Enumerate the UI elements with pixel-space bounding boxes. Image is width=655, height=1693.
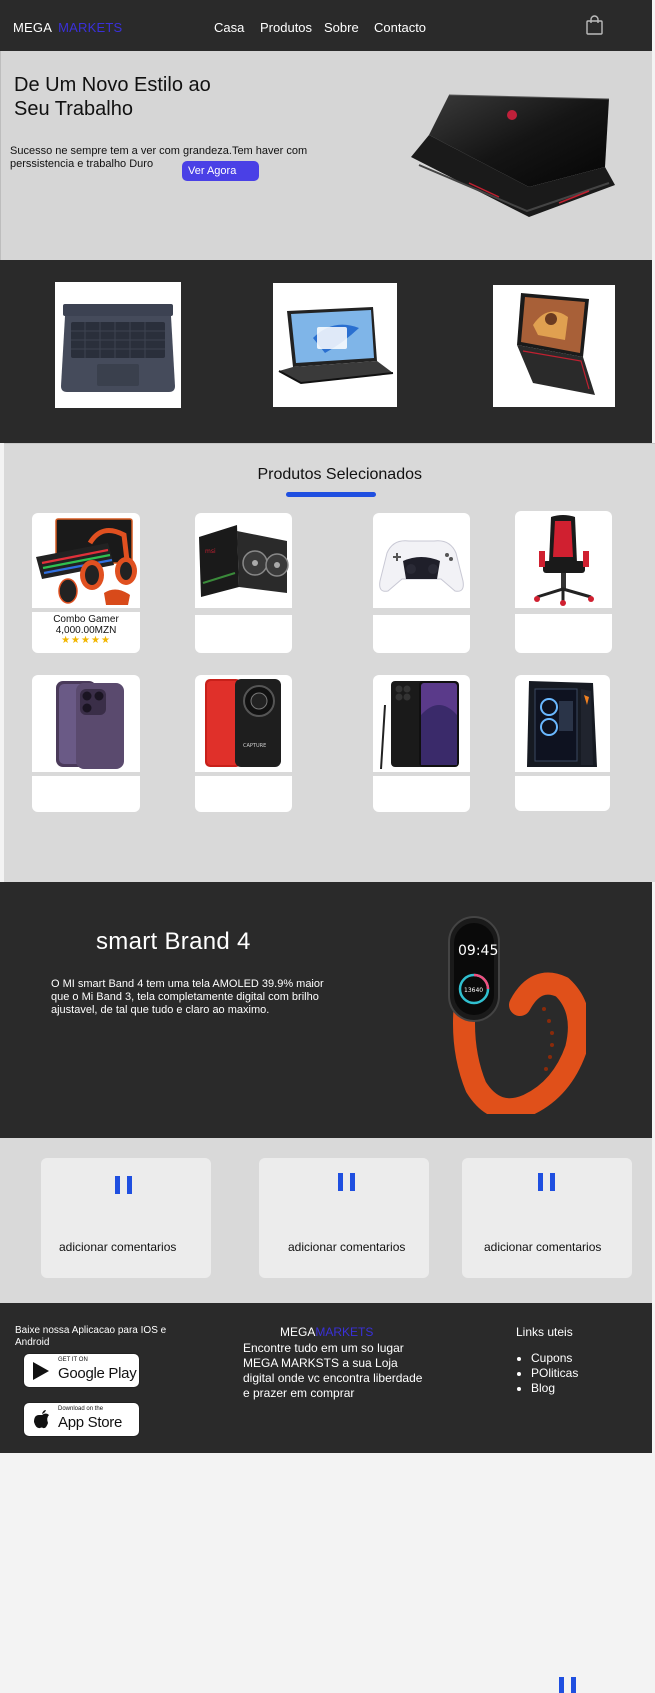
app-store-main: App Store — [58, 1414, 123, 1431]
product-image-frame — [373, 513, 470, 608]
add-comment-text: adicionar comentarios — [484, 1240, 602, 1254]
footer-logo-accent: MARKETS — [315, 1325, 374, 1339]
add-comment-text: adicionar comentarios — [59, 1240, 177, 1254]
laptop-card[interactable] — [55, 282, 181, 408]
galaxy-s23-ultra-image — [380, 681, 459, 770]
add-comment-text: adicionar comentarios — [288, 1240, 406, 1254]
useful-links-list: Cupons POliticas Blog — [531, 1351, 578, 1396]
laptop-strip — [0, 260, 652, 443]
footer-description: Encontre tudo em um so lugar MEGA MARKST… — [243, 1341, 423, 1400]
product-image-frame — [32, 513, 140, 608]
smart-band-image: 09:45 13640 — [448, 916, 586, 1114]
laptop-windows-image — [278, 307, 394, 385]
star-rating: ★★★★★ — [61, 635, 111, 646]
product-info — [373, 615, 470, 653]
useful-links-title: Links uteis — [516, 1325, 573, 1339]
logo-main: MEGA — [13, 20, 53, 35]
logo[interactable]: MEGA MARKETS — [13, 20, 122, 35]
product-image-frame: CAPTURE — [195, 675, 292, 772]
google-play-main: Google Play — [58, 1365, 137, 1382]
comment-card[interactable]: adicionar comentarios — [259, 1158, 429, 1278]
product-info — [515, 776, 610, 811]
comment-card[interactable]: adicionar comentarios — [462, 1158, 632, 1278]
product-card[interactable]: Combo Gamer 4,000.00MZN ★★★★★ — [32, 513, 140, 653]
google-play-sub: GET IT ON — [58, 1357, 88, 1363]
gaming-kit-image — [36, 518, 137, 605]
laptop-gaming-image — [517, 293, 595, 395]
hero-description: Sucesso ne sempre tem a ver com grandeza… — [10, 145, 308, 170]
site-footer: Baixe nossa Aplicacao para IOS e Android… — [0, 1303, 652, 1453]
download-app-text: Baixe nossa Aplicacao para IOS e Android — [15, 1325, 167, 1348]
hero-title: De Um Novo Estilo ao Seu Trabalho — [14, 74, 211, 120]
game-controller-image — [379, 540, 464, 592]
product-info — [32, 776, 140, 812]
product-image-frame — [515, 511, 612, 608]
gaming-laptop-image — [411, 94, 615, 217]
section-title: smart Brand 4 — [96, 928, 251, 955]
product-info — [515, 614, 612, 653]
nav-link-produtos[interactable]: Produtos — [260, 20, 312, 35]
product-image-frame — [373, 675, 470, 772]
ver-agora-button[interactable]: Ver Agora — [182, 161, 259, 181]
smart-band-section: smart Brand 4 O MI smart Band 4 tem uma … — [0, 882, 652, 1138]
google-play-button[interactable]: GET IT ON Google Play — [23, 1353, 140, 1388]
footer-link-blog[interactable]: Blog — [531, 1381, 578, 1396]
footer-link-politicas[interactable]: POliticas — [531, 1366, 578, 1381]
product-image-frame: msi — [195, 513, 292, 608]
quote-icon — [115, 1176, 132, 1194]
gaming-pc-image — [527, 681, 597, 767]
product-card[interactable] — [32, 675, 140, 812]
site-header: MEGA MARKETS Casa Produtos Sobre Contacto — [0, 0, 652, 51]
band-screen-time: 09:45 — [458, 943, 498, 959]
nav-link-contacto[interactable]: Contacto — [374, 20, 426, 35]
gaming-chair-image — [534, 515, 594, 606]
svg-text:CAPTURE: CAPTURE — [243, 743, 266, 749]
product-card[interactable] — [515, 511, 612, 653]
nav-link-sobre[interactable]: Sobre — [324, 20, 359, 35]
selected-products-section: Produtos Selecionados Combo Gamer 4,000.… — [4, 443, 655, 882]
iphone-image — [56, 681, 124, 769]
shopping-bag-icon[interactable] — [586, 15, 603, 35]
svg-text:msi: msi — [205, 548, 216, 555]
section-description: O MI smart Band 4 tem uma tela AMOLED 39… — [51, 978, 324, 1016]
google-play-icon — [33, 1362, 49, 1380]
app-store-button[interactable]: Download on the App Store — [23, 1402, 140, 1437]
product-info: Combo Gamer 4,000.00MZN ★★★★★ — [32, 612, 140, 653]
footer-link-cupons[interactable]: Cupons — [531, 1351, 578, 1366]
product-info — [373, 776, 470, 812]
product-card[interactable] — [373, 675, 470, 812]
section-title: Produtos Selecionados — [257, 466, 422, 483]
graphics-card-image: msi — [199, 525, 289, 597]
laptop-card[interactable] — [273, 283, 397, 407]
xiaomi-phone-image: CAPTURE — [205, 679, 281, 767]
footer-logo[interactable]: MEGAMARKETS — [280, 1325, 373, 1339]
quote-icon — [559, 1677, 576, 1693]
product-card[interactable] — [515, 675, 610, 811]
apple-icon — [34, 1410, 49, 1429]
product-image-frame — [32, 675, 140, 772]
product-name: Combo Gamer — [53, 614, 119, 625]
footer-logo-main: MEGA — [280, 1325, 316, 1339]
hero-section: De Um Novo Estilo ao Seu Trabalho Sucess… — [0, 51, 652, 260]
quote-icon — [538, 1173, 555, 1191]
product-image-frame — [515, 675, 610, 772]
laptop-gray-image — [61, 304, 175, 392]
comments-section: adicionar comentarios adicionar comentar… — [0, 1138, 652, 1303]
comment-card[interactable]: adicionar comentarios — [41, 1158, 211, 1278]
nav-link-casa[interactable]: Casa — [214, 20, 244, 35]
product-card[interactable] — [373, 513, 470, 653]
title-underline — [286, 492, 376, 497]
logo-accent: MARKETS — [58, 20, 123, 35]
laptop-card[interactable] — [493, 285, 615, 407]
product-card[interactable]: msi — [195, 513, 292, 653]
band-screen-steps: 13640 — [464, 987, 483, 994]
app-store-sub: Download on the — [58, 1406, 104, 1412]
quote-icon — [338, 1173, 355, 1191]
product-card[interactable]: CAPTURE — [195, 675, 292, 812]
product-info — [195, 776, 292, 812]
product-info — [195, 615, 292, 653]
